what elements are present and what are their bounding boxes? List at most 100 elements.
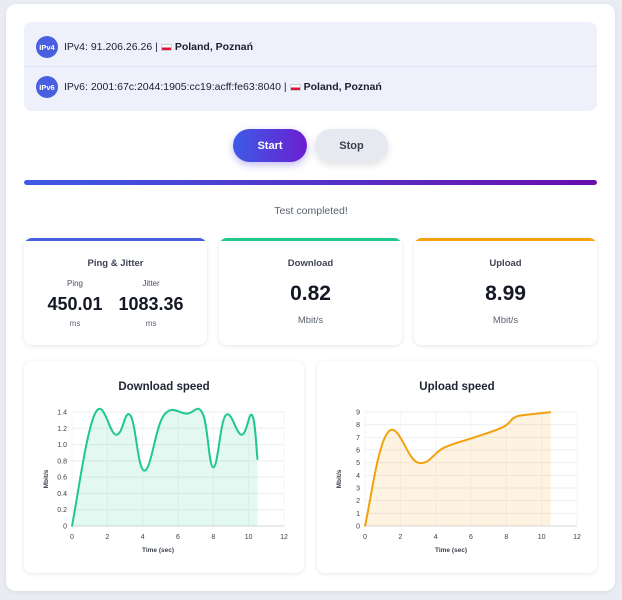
ipv4-address: IPv4: 91.206.26.26 |	[64, 41, 158, 53]
y-tick-label: 6	[356, 448, 360, 455]
y-tick-label: 0.4	[57, 491, 67, 498]
ping-jitter-card: Ping & Jitter Ping 450.01 ms Jitter 1083…	[24, 238, 207, 345]
y-tick-label: 4	[356, 473, 360, 480]
ping-label: Ping	[66, 279, 83, 288]
ip-info-panel: IPv4 IPv4: 91.206.26.26 | Poland, Poznań…	[24, 22, 597, 111]
status-text: Test completed!	[274, 205, 348, 217]
x-tick-label: 8	[504, 534, 508, 541]
download-speed-chart: Download speed 0 0.2 0.4 0.6 0.8 1.0 1.2 1.4 0 2 4 6…	[43, 381, 288, 554]
ipv6-badge: IPv6	[36, 76, 58, 98]
data-point	[240, 434, 243, 436]
data-point	[186, 412, 188, 415]
ping-unit: ms	[69, 319, 81, 328]
x-tick-label: 0	[70, 534, 74, 541]
x-tick-label: 6	[469, 534, 473, 541]
ipv4-badge: IPv4	[36, 36, 58, 58]
download-card: Download 0.82 Mbit/s	[219, 238, 402, 345]
x-axis-label: Time (sec)	[435, 547, 467, 554]
data-point	[251, 414, 253, 417]
x-tick-label: 6	[176, 534, 180, 541]
ping-block: Ping 450.01 ms	[35, 279, 115, 328]
upload-speed-chart: Upload speed01234567890 2 4 6 8 10 12Time (sec…	[336, 381, 581, 554]
y-tick-label: 0.6	[57, 475, 67, 482]
data-point	[473, 436, 476, 439]
y-tick-label: 1.4	[57, 410, 67, 417]
ipv6-location: Poland, Poznań	[303, 81, 382, 93]
progress-bar-fill	[24, 180, 597, 185]
download-value: 0.82	[290, 282, 331, 305]
data-point	[129, 414, 132, 417]
start-button[interactable]: Start	[233, 129, 307, 162]
chart-title: Download speed	[118, 381, 209, 393]
data-point	[256, 458, 259, 461]
x-axis-label: Time (sec)	[142, 547, 174, 554]
upload-unit: Mbit/s	[492, 315, 519, 326]
y-tick-label: 2	[356, 498, 360, 505]
ipv6-row: IPv6 IPv6: 2001:67c:2044:1905:cc19:acff:…	[36, 76, 382, 98]
ipv4-row: IPv4 IPv4: 91.206.26.26 | Poland, Poznań	[36, 36, 253, 58]
y-tick-label: 0	[63, 524, 67, 531]
y-tick-label: 5	[356, 460, 360, 467]
poland-flag-icon	[160, 43, 172, 51]
data-point	[143, 469, 146, 472]
data-point	[115, 434, 117, 436]
data-point	[528, 413, 531, 416]
ipv6-address: IPv6: 2001:67c:2044:1905:cc19:acff:fe63:…	[64, 81, 287, 93]
upload-value: 8.99	[485, 282, 526, 305]
y-tick-label: 7	[356, 435, 360, 442]
data-point	[201, 412, 204, 415]
upload-chart-card: Upload speed 0 1 2 3 4 5 6 7 8 9 0 2 4 6 8 10 12 Time (sec…	[317, 361, 597, 573]
y-tick-label: 1	[356, 511, 360, 518]
jitter-value: 1083.36	[118, 294, 184, 314]
download-card-accent	[219, 238, 402, 241]
y-tick-label: 0.8	[57, 458, 67, 465]
y-axis-label: Mbit/s	[336, 469, 343, 488]
stop-button[interactable]: Stop	[315, 129, 388, 162]
jitter-block: Jitter 1083.36 ms	[111, 279, 191, 328]
y-tick-label: 1.0	[57, 442, 67, 449]
jitter-unit: ms	[145, 319, 157, 328]
progress-bar	[24, 180, 597, 185]
y-tick-label: 0	[356, 524, 360, 531]
data-point	[387, 431, 389, 434]
x-tick-label: 0	[363, 534, 367, 541]
data-point	[71, 525, 73, 527]
upload-title: Upload	[489, 258, 522, 269]
data-point	[549, 411, 552, 413]
upload-card-accent	[414, 238, 597, 241]
data-point	[224, 414, 227, 417]
x-tick-label: 8	[211, 534, 215, 541]
ping-card-accent	[24, 238, 207, 241]
x-tick-label: 12	[573, 534, 581, 541]
poland-flag-icon	[289, 83, 301, 91]
x-tick-label: 4	[434, 534, 438, 541]
data-point	[502, 426, 504, 428]
data-point	[163, 414, 165, 417]
y-tick-label: 1.2	[57, 426, 67, 433]
y-tick-label: 0.2	[57, 507, 67, 514]
data-point	[212, 466, 215, 469]
y-tick-label: 3	[356, 486, 360, 493]
x-tick-label: 2	[105, 534, 109, 541]
x-tick-label: 2	[398, 534, 402, 541]
data-point	[443, 446, 446, 449]
y-axis-label: Mbit/s	[43, 469, 50, 488]
x-tick-label: 10	[245, 534, 253, 541]
y-tick-label: 8	[356, 422, 360, 429]
data-point	[94, 412, 96, 415]
data-point	[514, 416, 516, 418]
y-tick-label: 9	[356, 410, 360, 417]
ping-value: 450.01	[47, 294, 103, 314]
series-area	[72, 408, 258, 526]
upload-card: Upload 8.99 Mbit/s	[414, 238, 597, 345]
x-tick-label: 4	[141, 534, 145, 541]
download-chart-card: Download speed 0 0.2 0.4 0.6 0.8 1.0 1.2 1.4 0 2 4 6…	[24, 361, 304, 573]
x-tick-label: 10	[538, 534, 546, 541]
jitter-label: Jitter	[142, 279, 160, 288]
data-point	[417, 461, 419, 464]
ping-jitter-title: Ping & Jitter	[87, 258, 144, 269]
ip-divider	[24, 66, 597, 67]
data-point	[364, 525, 366, 527]
download-title: Download	[287, 258, 334, 269]
chart-title: Upload speed	[419, 381, 494, 393]
